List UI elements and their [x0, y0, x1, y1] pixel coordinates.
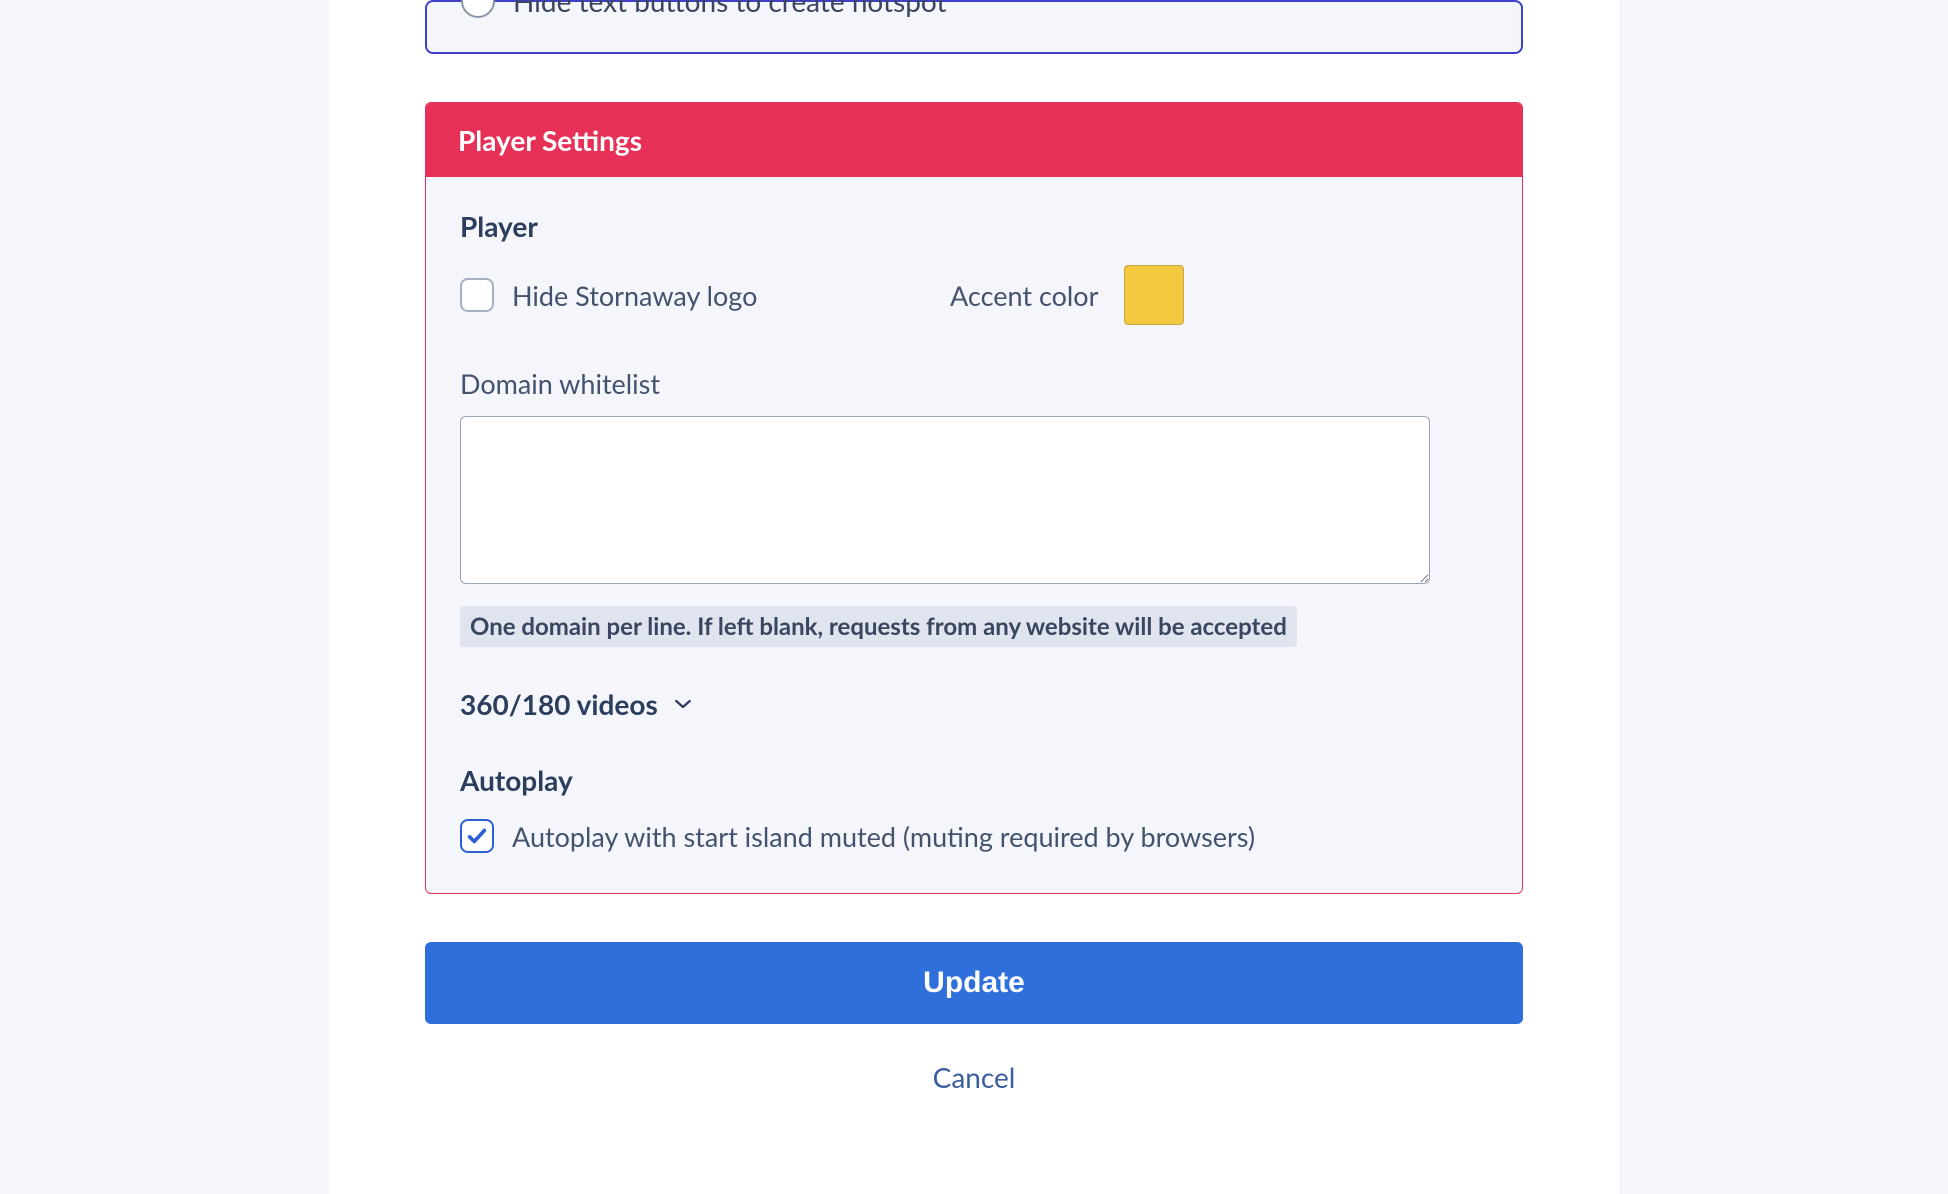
hide-logo-checkbox[interactable]	[460, 278, 494, 312]
video-360-label: 360/180 videos	[460, 687, 658, 721]
radio-icon[interactable]	[461, 0, 495, 18]
update-button[interactable]: Update	[425, 942, 1523, 1024]
player-settings-header: Player Settings	[426, 103, 1522, 177]
hide-logo-label: Hide Stornaway logo	[512, 279, 757, 312]
autoplay-checkbox[interactable]	[460, 819, 494, 853]
autoplay-label: Autoplay with start island muted (muting…	[512, 820, 1255, 853]
domain-whitelist-label: Domain whitelist	[460, 367, 1488, 400]
player-settings-card: Player Settings Player Hide Stornaway lo…	[425, 102, 1523, 894]
domain-whitelist-input[interactable]	[460, 416, 1430, 584]
player-section-title: Player	[460, 209, 1488, 243]
hotspot-radio-label: Hide text buttons to create hotspot	[513, 0, 947, 18]
accent-color-label: Accent color	[950, 279, 1098, 312]
accent-color-swatch[interactable]	[1124, 265, 1184, 325]
check-icon	[466, 825, 488, 847]
domain-whitelist-helper: One domain per line. If left blank, requ…	[460, 606, 1297, 647]
chevron-down-icon	[674, 695, 692, 713]
content-column: Hide text buttons to create hotspot Play…	[329, 0, 1619, 1194]
cancel-button[interactable]: Cancel	[425, 1060, 1523, 1094]
choices-settings-card: Hide text buttons to create hotspot	[425, 0, 1523, 54]
autoplay-section-title: Autoplay	[460, 763, 1488, 797]
hotspot-radio-row[interactable]: Hide text buttons to create hotspot	[461, 0, 1487, 18]
video-360-toggle[interactable]: 360/180 videos	[460, 687, 1488, 721]
